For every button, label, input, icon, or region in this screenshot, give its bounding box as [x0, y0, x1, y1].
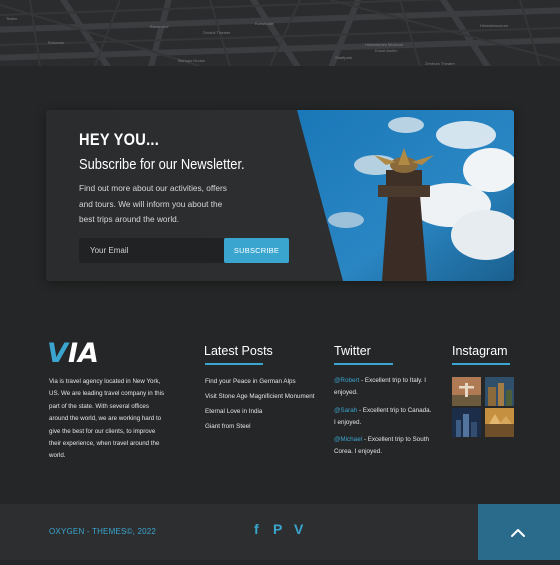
post-link[interactable]: Giant from Steel — [205, 421, 314, 436]
map-label: Kunst Archiv — [375, 48, 398, 53]
footer-bar: OXYGEN - THEMES©, 2022 f P V — [0, 504, 560, 560]
map-label: Zentral Theater — [203, 30, 231, 35]
via-logo[interactable]: V IA — [46, 337, 112, 372]
instagram-photo[interactable] — [485, 408, 514, 437]
map-label: Historisches Museum — [365, 42, 404, 47]
map-label: Bishops House — [178, 58, 205, 63]
latest-posts-underline — [205, 363, 263, 365]
map-label: Zentrum Theatre — [425, 61, 455, 66]
svg-text:IA: IA — [68, 338, 99, 367]
tweet-list: @Robert - Excellent trip to Italy. I enj… — [334, 375, 434, 464]
copyright-text: OXYGEN - THEMES©, 2022 — [49, 527, 157, 536]
logo-graphic: V IA — [47, 338, 99, 369]
scroll-top-button[interactable] — [478, 504, 560, 560]
vimeo-icon[interactable]: V — [294, 521, 303, 537]
latest-posts-title: Latest Posts — [204, 344, 273, 358]
about-text: Via is travel agency located in New York… — [49, 378, 165, 460]
latest-posts-list: Find your Peace in German Alps Visit Sto… — [205, 376, 314, 436]
newsletter-title: Subscribe for our Newsletter. — [79, 156, 245, 173]
twitter-underline — [334, 363, 393, 365]
newsletter-description: Find out more about our activities, offe… — [79, 183, 227, 224]
newsletter-card: HEY YOU... Subscribe for our Newsletter.… — [46, 110, 514, 281]
map-label: Teatro — [6, 16, 18, 21]
instagram-photo[interactable] — [452, 408, 481, 437]
email-input[interactable]: Your Email — [79, 238, 224, 263]
map-label: Heimatmuseum — [480, 23, 509, 28]
map-strip: Teatro Eldorado Bauernhof Zentral Theate… — [0, 0, 560, 66]
facebook-icon[interactable]: f — [254, 521, 259, 537]
map-streets — [0, 0, 560, 66]
svg-text:V: V — [47, 338, 70, 367]
instagram-underline — [452, 363, 510, 365]
chevron-up-icon — [511, 529, 525, 537]
tweet-handle[interactable]: @Robert — [334, 377, 359, 384]
tweet: @Michael - Excellent trip to South Corea… — [334, 434, 434, 459]
tweet-handle[interactable]: @Michael — [334, 436, 362, 443]
subscribe-button[interactable]: SUBSCRIBE — [224, 238, 289, 263]
map-label: Kunsthalle — [255, 21, 274, 26]
tweet-handle[interactable]: @Sarah — [334, 407, 357, 414]
instagram-photo[interactable] — [452, 377, 481, 406]
tweet: @Sarah - Excellent trip to Canada. I enj… — [334, 405, 434, 430]
map-label: Bauernhof — [150, 24, 169, 29]
post-link[interactable]: Find your Peace in German Alps — [205, 376, 314, 391]
post-link[interactable]: Visit Stone Age Magnificient Monument — [205, 391, 314, 406]
newsletter-heading: HEY YOU... — [79, 130, 160, 149]
twitter-title: Twitter — [334, 344, 371, 358]
tweet: @Robert - Excellent trip to Italy. I enj… — [334, 375, 434, 400]
instagram-photo[interactable] — [485, 377, 514, 406]
pinterest-icon[interactable]: P — [273, 521, 282, 537]
map-label: Stadtpark — [335, 55, 353, 60]
instagram-title: Instagram — [452, 344, 508, 358]
post-link[interactable]: Eternal Love in India — [205, 406, 314, 421]
map-label: Eldorado — [48, 40, 65, 45]
